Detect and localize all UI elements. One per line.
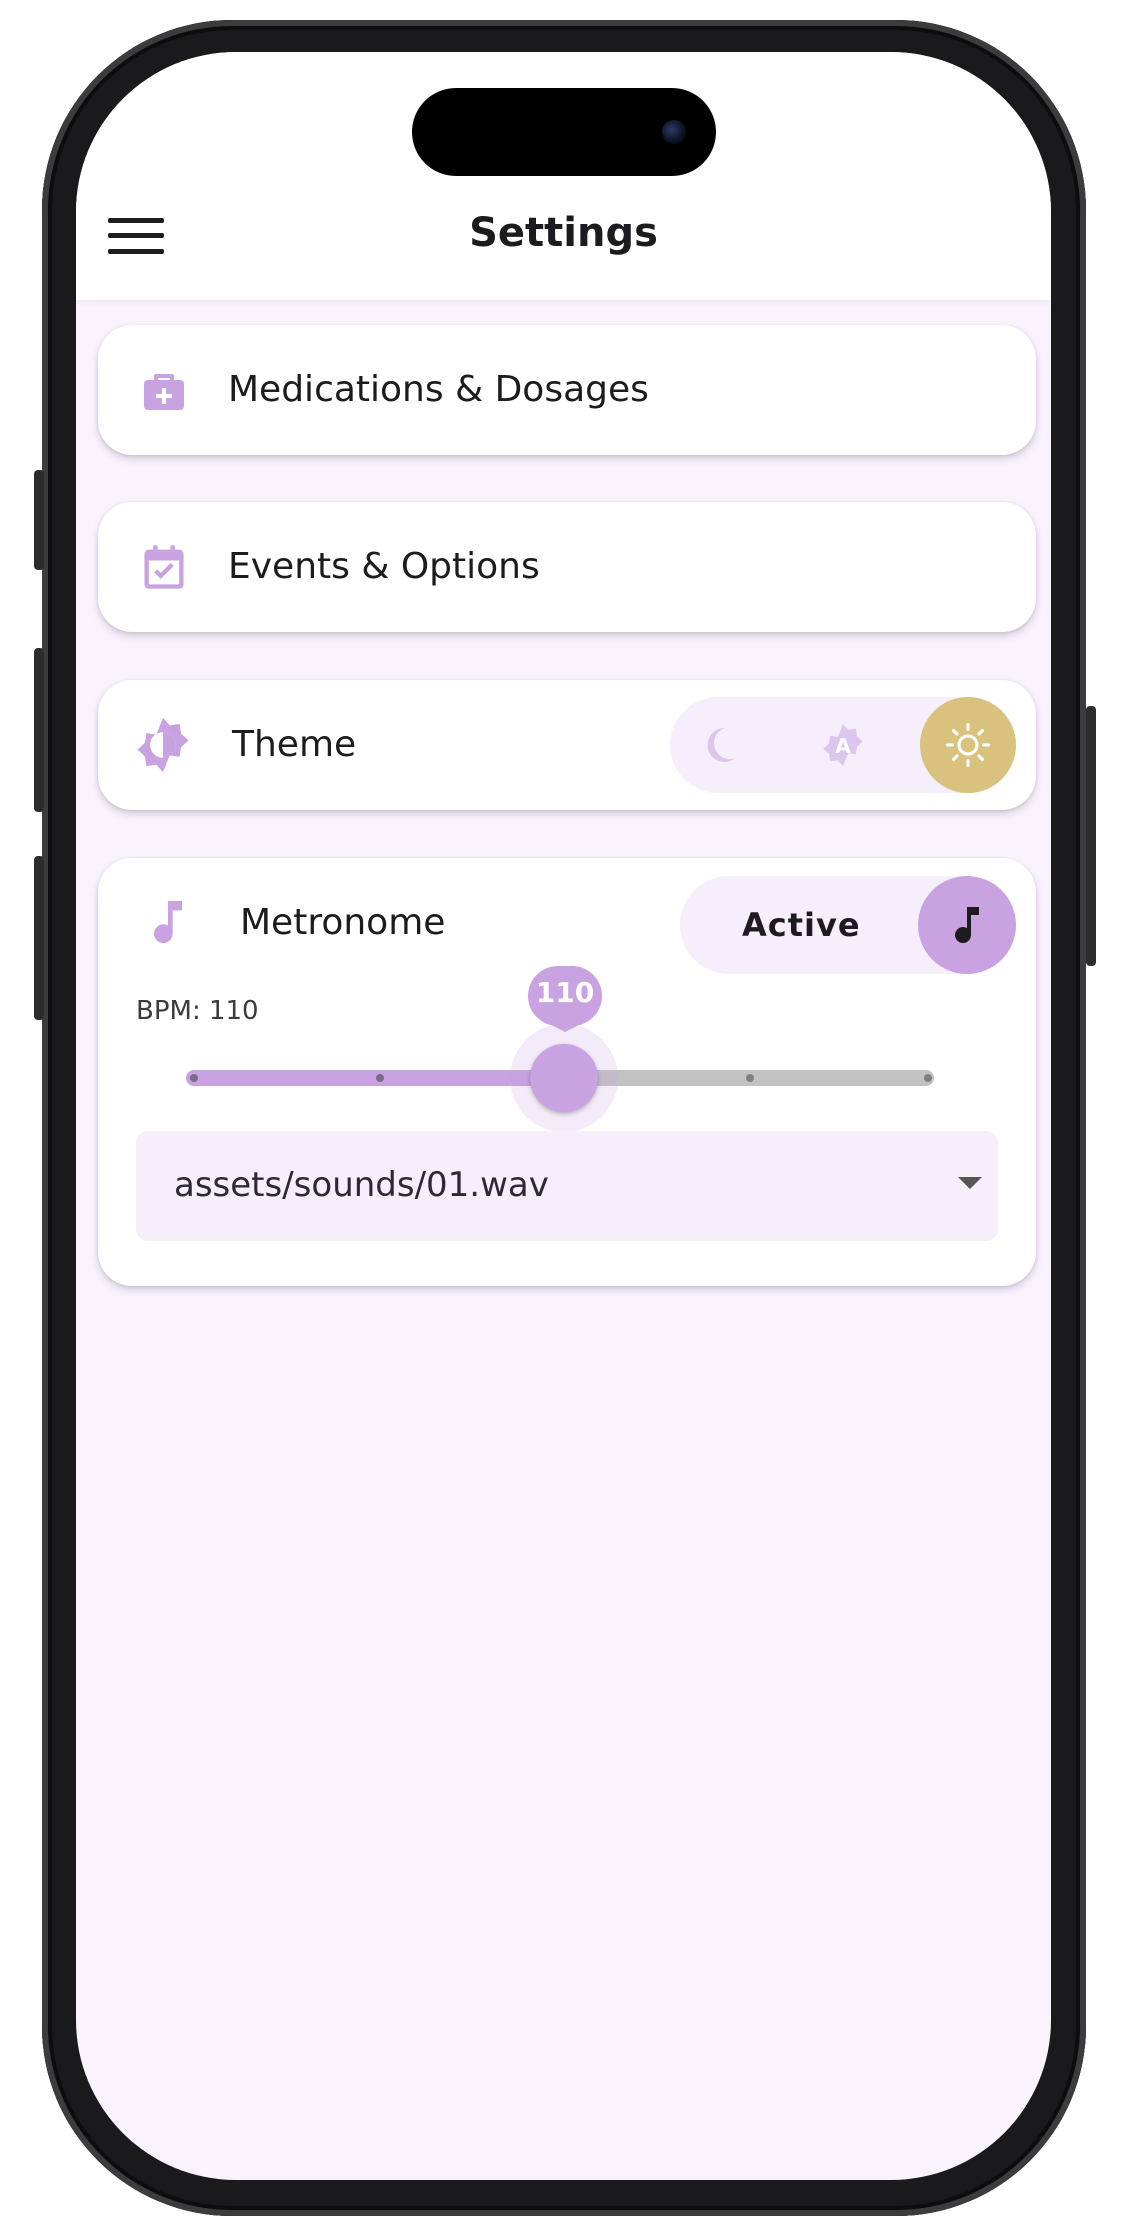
bpm-value-bubble: 110 bbox=[528, 966, 602, 1032]
bpm-value-text: 110 bbox=[535, 976, 595, 1009]
slider-tick bbox=[746, 1074, 754, 1082]
theme-auto-button[interactable]: A bbox=[795, 697, 891, 793]
theme-label: Theme bbox=[232, 724, 357, 765]
medical-bag-icon bbox=[144, 374, 184, 410]
dynamic-island bbox=[412, 88, 716, 176]
sound-file-dropdown[interactable]: assets/sounds/01.wav bbox=[136, 1131, 998, 1241]
volume-down-button bbox=[34, 856, 44, 1020]
screen: Settings Medications & Dosages Events & … bbox=[76, 52, 1051, 2180]
sound-file-value: assets/sounds/01.wav bbox=[174, 1165, 549, 1205]
action-button bbox=[34, 470, 44, 570]
caret-down-icon bbox=[958, 1177, 982, 1189]
events-options-card[interactable]: Events & Options bbox=[98, 502, 1036, 632]
moon-icon bbox=[707, 727, 735, 762]
bpm-label: BPM: 110 bbox=[136, 996, 259, 1026]
brightness-icon bbox=[137, 717, 189, 773]
page-title: Settings bbox=[469, 210, 658, 256]
brightness-auto-icon: A bbox=[823, 724, 863, 766]
sun-icon bbox=[945, 722, 991, 768]
front-camera bbox=[662, 120, 686, 144]
theme-card: Theme A bbox=[98, 680, 1036, 810]
power-button bbox=[1086, 706, 1096, 966]
slider-tick bbox=[376, 1074, 384, 1082]
theme-light-button[interactable] bbox=[920, 697, 1016, 793]
calendar-check-icon bbox=[144, 545, 184, 589]
music-note-icon bbox=[955, 907, 979, 944]
slider-tick bbox=[924, 1074, 932, 1082]
theme-selector: A bbox=[670, 697, 1016, 793]
bpm-slider-thumb[interactable] bbox=[530, 1044, 598, 1112]
events-options-label: Events & Options bbox=[228, 546, 540, 587]
theme-dark-button[interactable] bbox=[670, 697, 766, 793]
slider-tick bbox=[190, 1074, 198, 1082]
bpm-slider-active-track[interactable] bbox=[186, 1070, 564, 1086]
volume-up-button bbox=[34, 648, 44, 812]
medications-dosages-label: Medications & Dosages bbox=[228, 369, 649, 410]
metronome-toggle-label: Active bbox=[742, 906, 861, 944]
metronome-toggle-knob bbox=[918, 876, 1016, 974]
medications-dosages-card[interactable]: Medications & Dosages bbox=[98, 325, 1036, 455]
music-note-icon bbox=[154, 901, 182, 944]
metronome-card: Metronome Active BPM: 110 110 assets/sou… bbox=[98, 858, 1036, 1286]
svg-text:A: A bbox=[835, 734, 851, 758]
metronome-label: Metronome bbox=[240, 902, 446, 943]
metronome-active-toggle[interactable]: Active bbox=[680, 876, 1016, 974]
